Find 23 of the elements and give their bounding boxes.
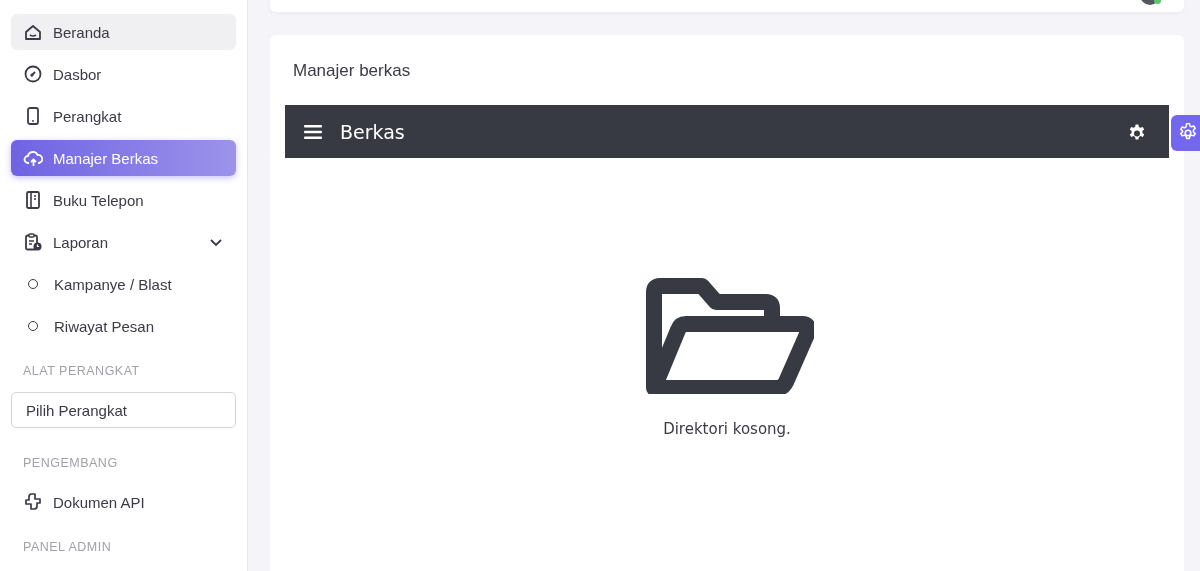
sidebar-item[interactable]: Perangkat	[11, 98, 236, 134]
empty-message: Direktori kosong.	[663, 420, 791, 438]
section-heading: PENGEMBANG	[22, 455, 119, 472]
sidebar-subitem[interactable]: Kampanye / Blast	[11, 266, 236, 302]
sidebar-item[interactable]: Manajer Berkas	[11, 140, 236, 176]
sidebar-item[interactable]: Dasbor	[11, 56, 236, 92]
sidebar-item[interactable]: Dokumen API	[11, 484, 236, 520]
section-heading: ALAT PERANGKAT	[22, 363, 141, 380]
device-select[interactable]: Pilih Perangkat	[11, 392, 236, 428]
book-icon	[23, 190, 43, 210]
menu-icon[interactable]	[304, 123, 322, 140]
cloud-icon	[23, 148, 43, 168]
sidebar-subitem[interactable]: Riwayat Pesan	[11, 308, 236, 344]
section-heading: PANEL ADMIN	[22, 539, 113, 556]
home-icon	[23, 22, 43, 42]
sidebar-item[interactable]: Beranda	[11, 14, 236, 50]
gauge-icon	[23, 64, 43, 84]
toolbar-title: Berkas	[340, 120, 405, 143]
settings-button[interactable]	[1171, 115, 1200, 151]
card-title: Manajer berkas	[292, 61, 412, 81]
sidebar-item[interactable]: Laporan	[11, 224, 236, 260]
sidebar-item[interactable]: Buku Telepon	[11, 182, 236, 218]
clipboard-icon	[23, 232, 43, 252]
